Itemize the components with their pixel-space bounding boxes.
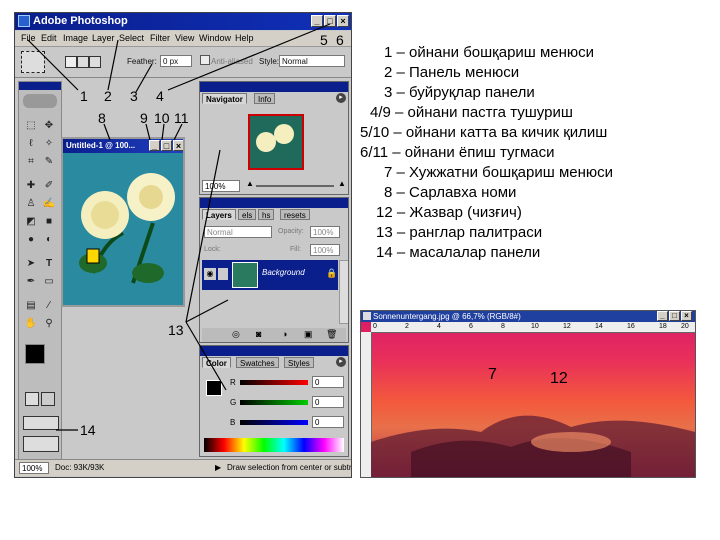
ruler-tick: 6 bbox=[469, 323, 473, 330]
legend-item-1: 1 – ойнани бошқариш менюси bbox=[384, 44, 595, 61]
callout-14: 14 bbox=[80, 422, 96, 438]
callout-line-2 bbox=[107, 39, 119, 91]
ruler-tick: 8 bbox=[501, 323, 505, 330]
callout-2: 2 bbox=[104, 88, 112, 104]
callout-9: 9 bbox=[140, 110, 148, 126]
callout-line-1 bbox=[27, 39, 79, 91]
callout-3: 3 bbox=[130, 88, 138, 104]
sunset-close-button[interactable]: × bbox=[681, 311, 692, 321]
callout-line-13b bbox=[185, 299, 229, 323]
ruler-tick: 14 bbox=[595, 323, 603, 330]
callout-11: 11 bbox=[174, 110, 189, 126]
callout-line-13a bbox=[185, 149, 221, 323]
callout-line-11 bbox=[173, 123, 183, 141]
legend-item-2: 2 – Панель менюси bbox=[384, 64, 520, 81]
sunset-control-menu-icon[interactable] bbox=[363, 312, 371, 320]
callout-5: 5 bbox=[320, 32, 328, 48]
callout-6: 6 bbox=[336, 32, 344, 48]
ruler-tick: 0 bbox=[373, 323, 377, 330]
ruler-tick: 20 bbox=[681, 323, 689, 330]
legend-item-13: 13 – ранглар палитраси bbox=[376, 224, 543, 241]
callout-13: 13 bbox=[168, 322, 184, 338]
legend-item-3: 3 – буйруқлар панели bbox=[384, 84, 535, 101]
callout-line-13c bbox=[185, 321, 227, 391]
legend-item-8: 8 – Сарлавха номи bbox=[384, 184, 517, 201]
callout-12: 12 bbox=[550, 370, 568, 387]
callout-10: 10 bbox=[154, 110, 170, 126]
callout-line-4 bbox=[167, 23, 331, 91]
callout-1: 1 bbox=[80, 88, 88, 104]
sunset-image[interactable] bbox=[371, 332, 695, 477]
callout-7: 7 bbox=[488, 366, 497, 383]
ruler-tick: 4 bbox=[437, 323, 441, 330]
sunset-minimize-button[interactable]: _ bbox=[657, 311, 668, 321]
legend-item-14: 14 – масалалар панели bbox=[376, 244, 541, 261]
sunset-document-window: Sonnenuntergang.jpg @ 66,7% (RGB/8#) _ □… bbox=[360, 310, 696, 478]
callout-line-10 bbox=[161, 123, 165, 141]
callout-4: 4 bbox=[156, 88, 164, 104]
legend-item-4: 4/9 – ойнани пастга тушуриш bbox=[370, 104, 573, 121]
sunset-maximize-button[interactable]: □ bbox=[669, 311, 680, 321]
legend-item-6: 6/11 – ойнани ёпиш тугмаси bbox=[360, 144, 555, 161]
ruler-tick: 10 bbox=[531, 323, 539, 330]
ruler-tick: 16 bbox=[627, 323, 635, 330]
legend-item-7: 7 – Хужжатни бошқариш менюси bbox=[384, 164, 614, 181]
callout-line-8 bbox=[103, 123, 111, 141]
ruler-tick: 12 bbox=[563, 323, 571, 330]
legend-item-5: 5/10 – ойнани катта ва кичик қилиш bbox=[360, 124, 608, 141]
ruler-tick: 2 bbox=[405, 323, 409, 330]
callout-8: 8 bbox=[98, 110, 106, 126]
sunset-title: Sonnenuntergang.jpg @ 66,7% (RGB/8#) bbox=[373, 312, 521, 321]
callout-line-9 bbox=[145, 123, 151, 141]
callout-line-3 bbox=[135, 63, 153, 93]
ruler-tick: 18 bbox=[659, 323, 667, 330]
sunset-title-bar[interactable]: Sonnenuntergang.jpg @ 66,7% (RGB/8#) _ □… bbox=[361, 311, 695, 322]
legend-item-12: 12 – Жазвар (чизғич) bbox=[376, 204, 522, 221]
